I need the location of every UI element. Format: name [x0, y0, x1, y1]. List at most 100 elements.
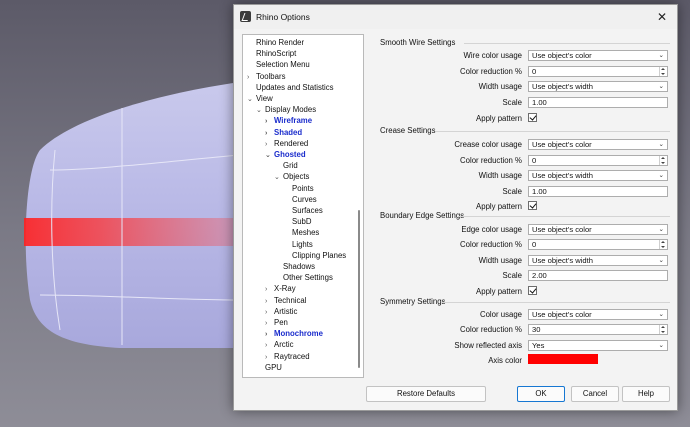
tree-item-gpu[interactable]: GPU	[256, 362, 282, 373]
tree-scrollbar[interactable]	[358, 210, 360, 368]
cancel-button[interactable]: Cancel	[571, 386, 619, 402]
wire-width-usage-select[interactable]: Use object's width ⌄	[528, 81, 668, 92]
tree-item-label: Clipping Planes	[292, 250, 347, 260]
tree-item-monochrome[interactable]: › Monochrome	[265, 328, 323, 339]
apply-pattern-label: Apply pattern	[476, 202, 522, 211]
edge-width-usage-select[interactable]: Use object's width ⌄	[528, 255, 668, 266]
tree-item-curves[interactable]: Curves	[283, 194, 317, 205]
tree-item-surfaces[interactable]: Surfaces	[283, 205, 323, 216]
tree-item-toolbars[interactable]: › Toolbars	[247, 71, 285, 82]
tree-item-wireframe[interactable]: › Wireframe	[265, 115, 312, 126]
color-reduction-label: Color reduction %	[460, 325, 522, 334]
chevron-down-icon: ⌄	[658, 342, 664, 349]
tree-item-label: Selection Menu	[256, 60, 310, 70]
tree-item-raytraced[interactable]: › Raytraced	[265, 351, 310, 362]
boundary-title: Boundary Edge Settings	[380, 211, 465, 220]
tree-item-x-ray[interactable]: › X-Ray	[265, 283, 296, 294]
width-usage-label: Width usage	[478, 82, 522, 91]
tree-item-objects[interactable]: ⌄ Objects	[274, 171, 309, 182]
tree-item-label: Objects	[283, 172, 310, 182]
crease-scale-input[interactable]: 1.00	[528, 186, 668, 197]
chevron-down-icon: ⌄	[658, 257, 664, 264]
chevron-down-icon[interactable]: ⌄	[265, 150, 274, 161]
crease-width-usage-select[interactable]: Use object's width ⌄	[528, 170, 668, 181]
crease-apply-pattern-checkbox[interactable]	[528, 201, 537, 210]
chevron-down-icon: ⌄	[658, 83, 664, 90]
wire-color-usage-select[interactable]: Use object's color ⌄	[528, 50, 668, 61]
tree-item-points[interactable]: Points	[283, 183, 314, 194]
wire-scale-input[interactable]: 1.00	[528, 97, 668, 108]
edge-color-reduction-input[interactable]: 0	[528, 239, 668, 250]
tree-item-ghosted[interactable]: ⌄ Ghosted	[265, 149, 306, 160]
tree-item-label: Display Modes	[265, 105, 317, 115]
tree-item-artistic[interactable]: › Artistic	[265, 306, 297, 317]
axis-color-swatch[interactable]	[528, 354, 598, 364]
tree-item-label: Meshes	[292, 228, 320, 238]
tree-item-label: GPU	[265, 362, 282, 372]
color-reduction-label: Color reduction %	[460, 156, 522, 165]
show-reflected-axis-select[interactable]: Yes ⌄	[528, 340, 668, 351]
tree-item-grid[interactable]: Grid	[274, 160, 298, 171]
spinner-icon[interactable]	[659, 156, 667, 165]
tree-item-label: Arctic	[274, 340, 294, 350]
rhino-app-icon	[240, 11, 251, 22]
tree-item-rhinoscript[interactable]: RhinoScript	[247, 48, 296, 59]
tree-item-label: Wireframe	[274, 116, 313, 126]
tree-item-technical[interactable]: › Technical	[265, 295, 307, 306]
spinner-icon[interactable]	[659, 240, 667, 249]
wire-apply-pattern-checkbox[interactable]	[528, 113, 537, 122]
close-icon[interactable]: ✕	[653, 8, 671, 26]
scale-label: Scale	[502, 187, 522, 196]
tree-item-label: Shadows	[283, 262, 316, 271]
edge-scale-input[interactable]: 2.00	[528, 270, 668, 281]
options-tree[interactable]: Rhino Render RhinoScript Selection Menu › To…	[242, 34, 364, 378]
ok-button[interactable]: OK	[517, 386, 565, 402]
tree-item-rendered[interactable]: › Rendered	[265, 138, 308, 149]
chevron-down-icon: ⌄	[658, 172, 664, 179]
symmetry-color-reduction-input[interactable]: 30	[528, 324, 668, 335]
tree-item-label: Monochrome	[274, 329, 323, 339]
scale-label: Scale	[502, 271, 522, 280]
tree-item-subd[interactable]: SubD	[283, 216, 312, 227]
chevron-down-icon[interactable]: ⌄	[247, 94, 256, 105]
tree-item-arctic[interactable]: › Arctic	[265, 339, 294, 350]
edge-color-usage-select[interactable]: Use object's color ⌄	[528, 224, 668, 235]
spinner-icon[interactable]	[659, 67, 667, 76]
crease-color-usage-select[interactable]: Use object's color ⌄	[528, 139, 668, 150]
symmetry-color-usage-select[interactable]: Use object's color ⌄	[528, 309, 668, 320]
rhino-options-dialog: Rhino Options ✕ Rhino Render RhinoScript S…	[233, 4, 678, 411]
edge-color-usage-label: Edge color usage	[461, 225, 522, 234]
tree-item-meshes[interactable]: Meshes	[283, 227, 319, 238]
spinner-icon[interactable]	[659, 325, 667, 334]
tree-item-shaded[interactable]: › Shaded	[265, 127, 302, 138]
divider	[442, 302, 670, 303]
help-button[interactable]: Help	[622, 386, 670, 402]
tree-item-lights[interactable]: Lights	[283, 239, 313, 250]
tree-item-updates-and-statistics[interactable]: Updates and Statistics	[247, 82, 334, 93]
tree-item-clipping-planes[interactable]: Clipping Planes	[283, 250, 346, 261]
restore-defaults-button[interactable]: Restore Defaults	[366, 386, 486, 402]
tree-item-label: Rhino Render	[256, 38, 305, 47]
chevron-down-icon[interactable]: ⌄	[256, 105, 265, 116]
tree-item-label: X-Ray	[274, 284, 296, 294]
crease-color-reduction-input[interactable]: 0	[528, 155, 668, 166]
tree-item-shadows[interactable]: Shadows	[274, 261, 315, 272]
tree-item-label: RhinoScript	[256, 49, 297, 59]
edge-apply-pattern-checkbox[interactable]	[528, 286, 537, 295]
tree-item-label: Grid	[283, 161, 298, 171]
settings-panel: Smooth Wire Settings Wire color usage Us…	[374, 34, 674, 379]
tree-item-label: Rendered	[274, 138, 309, 148]
tree-item-label: Lights	[292, 239, 313, 249]
tree-item-rhino-render[interactable]: Rhino Render	[247, 37, 304, 48]
tree-item-pen[interactable]: › Pen	[265, 317, 288, 328]
tree-item-selection-menu[interactable]: Selection Menu	[247, 59, 310, 70]
wire-color-reduction-input[interactable]: 0	[528, 66, 668, 77]
tree-item-view[interactable]: ⌄ View	[247, 93, 273, 104]
tree-item-label: Points	[292, 183, 314, 193]
axis-color-label: Axis color	[488, 356, 522, 365]
tree-item-other-settings[interactable]: Other Settings	[274, 272, 333, 283]
window-title: Rhino Options	[256, 12, 310, 22]
tree-item-display-modes[interactable]: ⌄ Display Modes	[256, 104, 316, 115]
tree-item-label: Updates and Statistics	[256, 82, 334, 92]
chevron-down-icon[interactable]: ⌄	[274, 172, 283, 183]
